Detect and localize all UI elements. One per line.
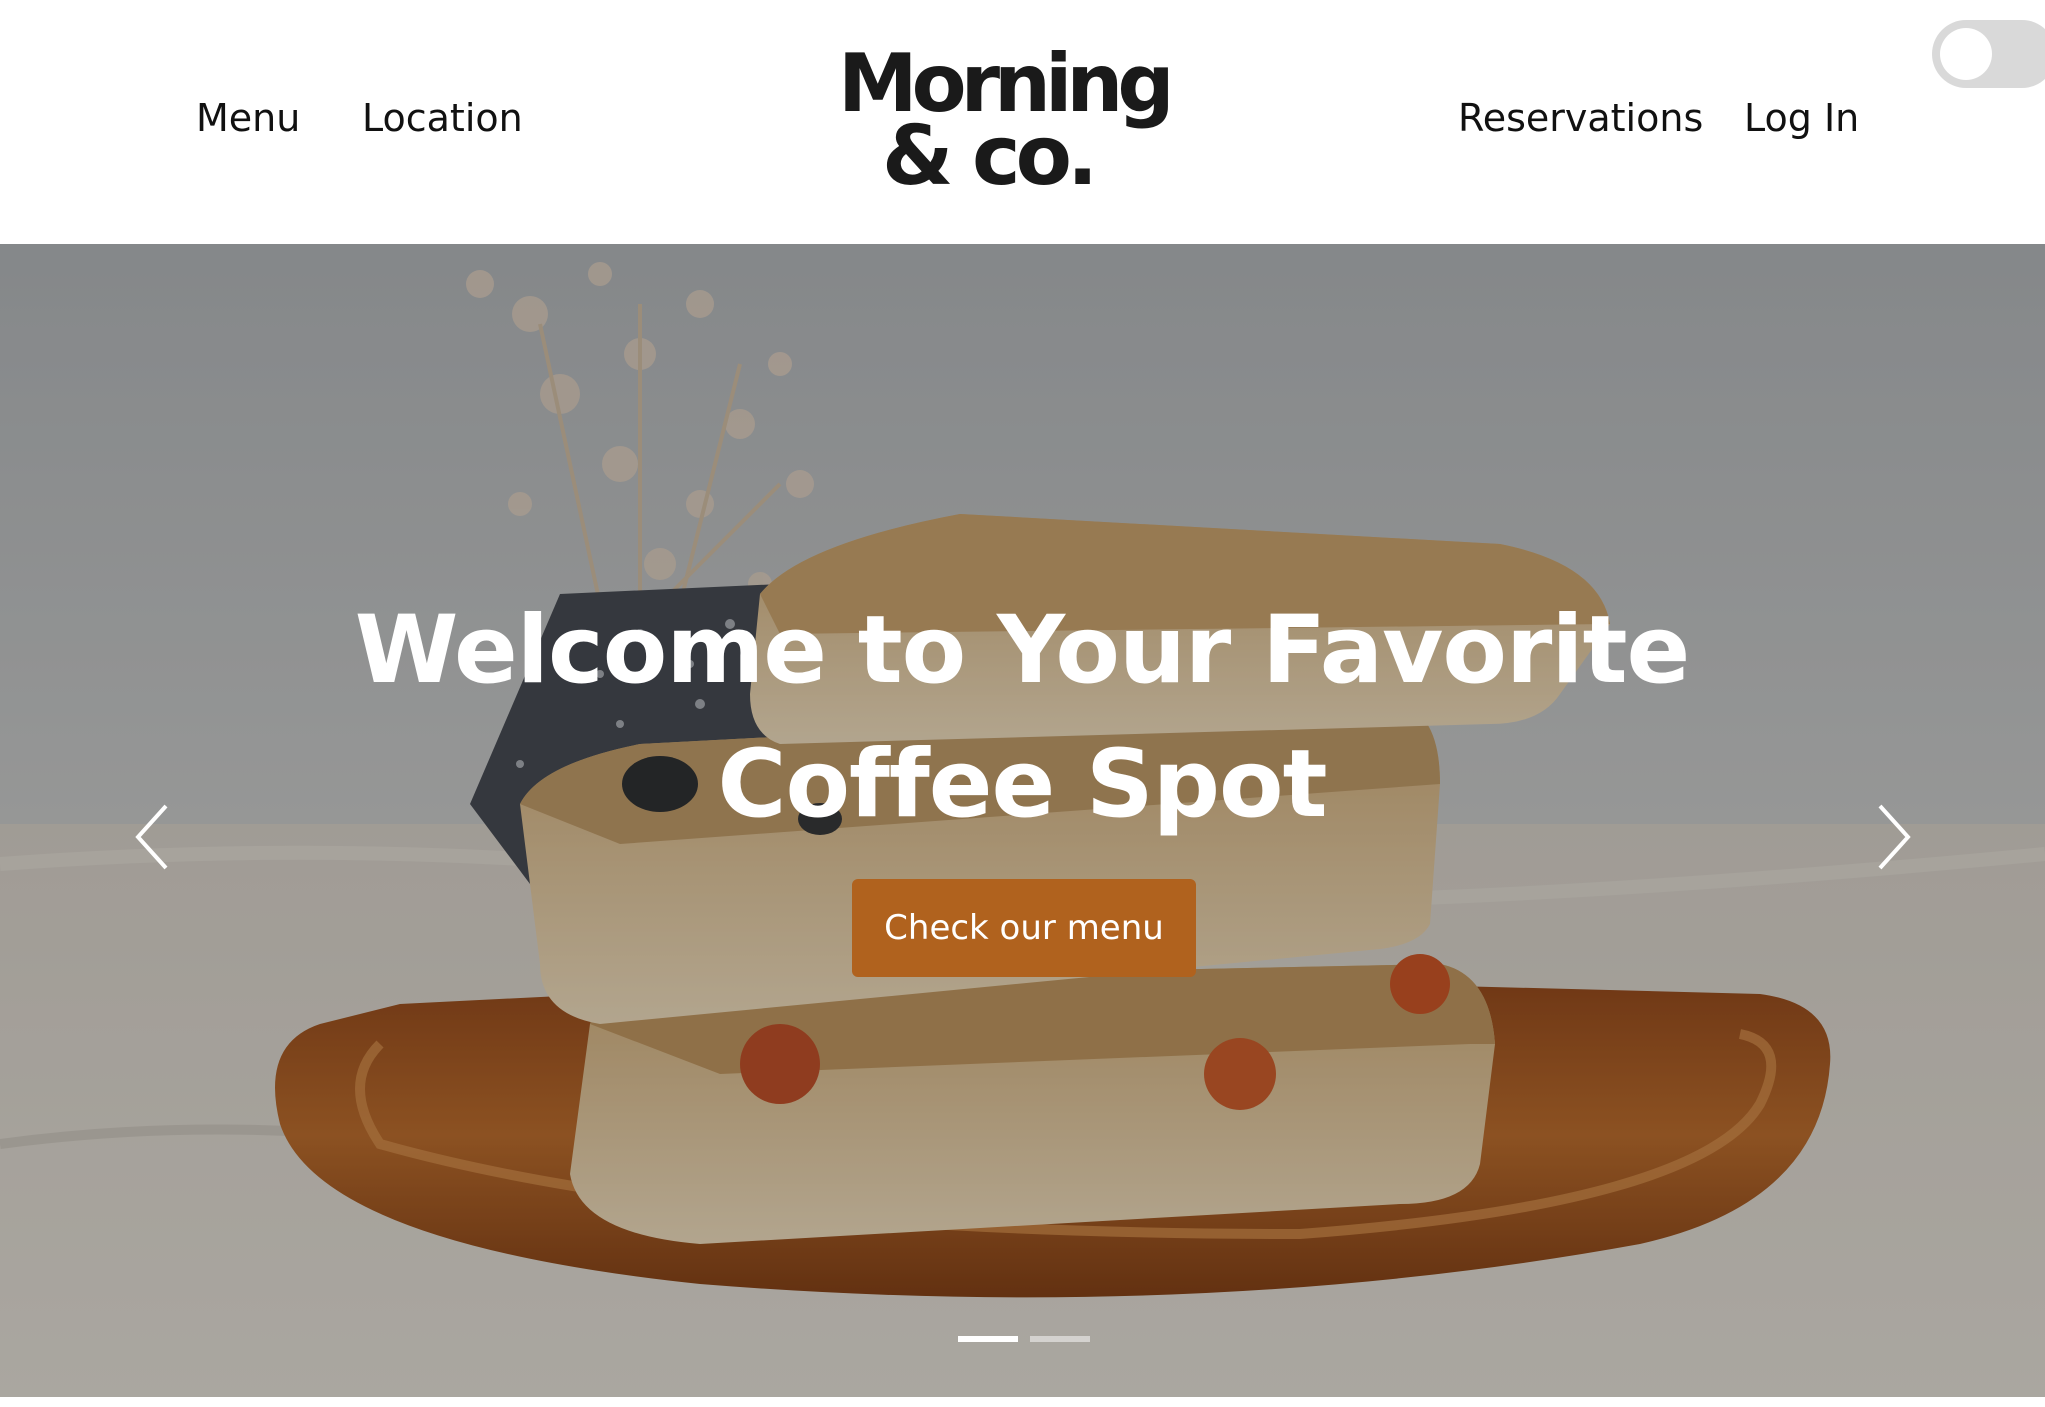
nav-link-login[interactable]: Log In: [1744, 96, 1859, 140]
site-header: Menu Location Morning & co. Reservations…: [0, 0, 2045, 244]
check-menu-button[interactable]: Check our menu: [852, 879, 1196, 977]
nav-link-location[interactable]: Location: [362, 96, 523, 140]
nav-link-menu[interactable]: Menu: [196, 96, 300, 140]
carousel-next-button[interactable]: [1862, 792, 1922, 882]
carousel-indicator-1[interactable]: [958, 1336, 1018, 1342]
chevron-left-icon: [135, 804, 168, 870]
hero-carousel: Welcome to Your Favorite Coffee Spot Che…: [0, 244, 2045, 1397]
toggle-knob: [1940, 28, 1992, 80]
carousel-indicator-2[interactable]: [1030, 1336, 1090, 1342]
theme-toggle[interactable]: [1932, 20, 2045, 88]
nav-link-reservations[interactable]: Reservations: [1458, 96, 1703, 140]
page-bottom-strip: [0, 1397, 2045, 1407]
logo-text-line2: & co.: [882, 109, 1098, 204]
chevron-right-icon: [1878, 804, 1911, 870]
carousel-prev-button[interactable]: [124, 792, 184, 882]
carousel-indicators: [958, 1336, 1098, 1346]
hero-title: Welcome to Your Favorite Coffee Spot: [354, 596, 1691, 839]
brand-logo[interactable]: Morning & co.: [838, 44, 1175, 204]
